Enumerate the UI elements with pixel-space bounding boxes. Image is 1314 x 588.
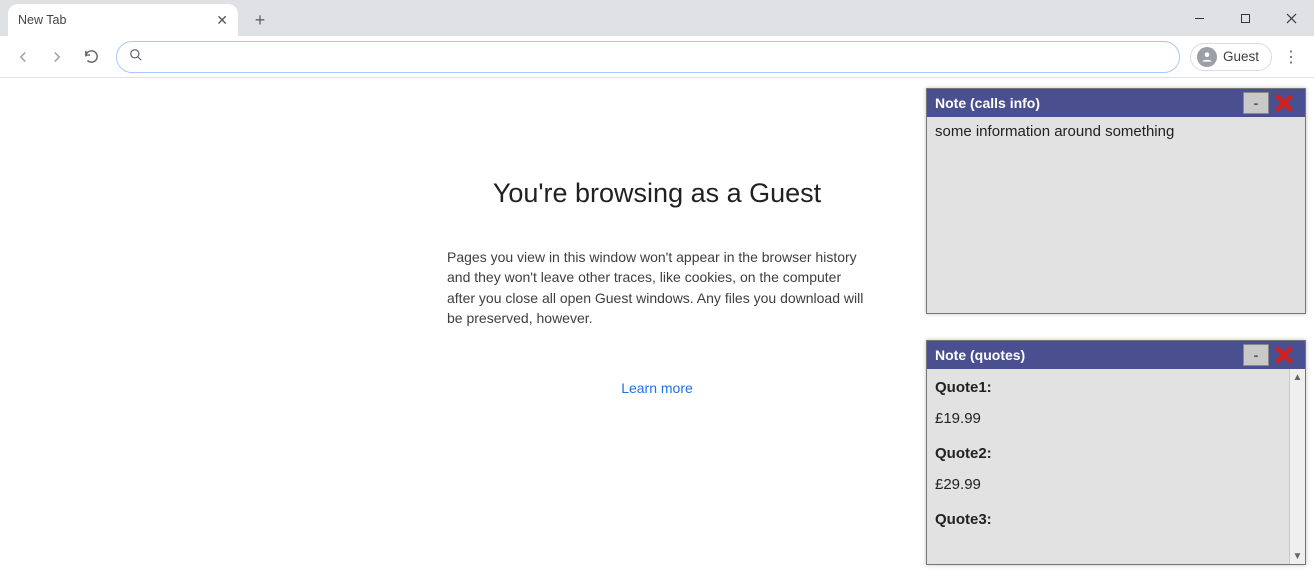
back-button[interactable] xyxy=(8,42,38,72)
toolbar: Guest ⋮ xyxy=(0,36,1314,78)
note-minimize-button[interactable]: - xyxy=(1243,344,1269,366)
note-close-button[interactable] xyxy=(1271,342,1297,368)
menu-button[interactable]: ⋮ xyxy=(1276,42,1306,72)
window-close-button[interactable] xyxy=(1268,3,1314,33)
profile-label: Guest xyxy=(1223,49,1259,64)
reload-button[interactable] xyxy=(76,42,106,72)
browser-tab[interactable]: New Tab ✕ xyxy=(8,4,238,36)
scroll-track[interactable] xyxy=(1290,385,1305,548)
note-header-quotes[interactable]: Note (quotes) - xyxy=(927,341,1305,369)
window-minimize-button[interactable] xyxy=(1176,3,1222,33)
tab-close-icon[interactable]: ✕ xyxy=(216,12,228,29)
omnibox[interactable] xyxy=(116,41,1180,73)
omnibox-input[interactable] xyxy=(153,49,1167,65)
quote-label: Quote3: xyxy=(935,511,1287,528)
quote-value: £29.99 xyxy=(935,476,1287,493)
window-maximize-button[interactable] xyxy=(1222,3,1268,33)
avatar-icon xyxy=(1197,47,1217,67)
note-minimize-button[interactable]: - xyxy=(1243,92,1269,114)
guest-heading: You're browsing as a Guest xyxy=(447,178,867,209)
titlebar: New Tab ✕ + xyxy=(0,0,1314,36)
window-controls xyxy=(1176,0,1314,36)
note-close-button[interactable] xyxy=(1271,90,1297,116)
note-body-calls[interactable]: some information around something xyxy=(927,117,1305,313)
learn-more-link[interactable]: Learn more xyxy=(447,380,867,396)
scroll-down-icon[interactable]: ▼ xyxy=(1290,548,1305,564)
note-panel-quotes[interactable]: Note (quotes) - Quote1: £19.99 Quote2: £… xyxy=(926,340,1306,565)
guest-message: You're browsing as a Guest Pages you vie… xyxy=(447,178,867,396)
note-panel-calls[interactable]: Note (calls info) - some information aro… xyxy=(926,88,1306,314)
note-body-quotes[interactable]: Quote1: £19.99 Quote2: £29.99 Quote3: xyxy=(927,369,1305,564)
search-icon xyxy=(129,48,143,65)
note-calls-text: some information around something xyxy=(935,123,1174,140)
forward-button[interactable] xyxy=(42,42,72,72)
profile-button[interactable]: Guest xyxy=(1190,43,1272,71)
tab-title: New Tab xyxy=(18,13,66,27)
scroll-up-icon[interactable]: ▲ xyxy=(1290,369,1305,385)
new-tab-button[interactable]: + xyxy=(246,6,274,34)
quote-value: £19.99 xyxy=(935,410,1287,427)
note-title: Note (calls info) xyxy=(935,95,1040,111)
quote-label: Quote2: xyxy=(935,445,1287,462)
note-header-calls[interactable]: Note (calls info) - xyxy=(927,89,1305,117)
guest-body: Pages you view in this window won't appe… xyxy=(447,247,867,328)
note-title: Note (quotes) xyxy=(935,347,1025,363)
scrollbar[interactable]: ▲ ▼ xyxy=(1289,369,1305,564)
quote-label: Quote1: xyxy=(935,379,1287,396)
